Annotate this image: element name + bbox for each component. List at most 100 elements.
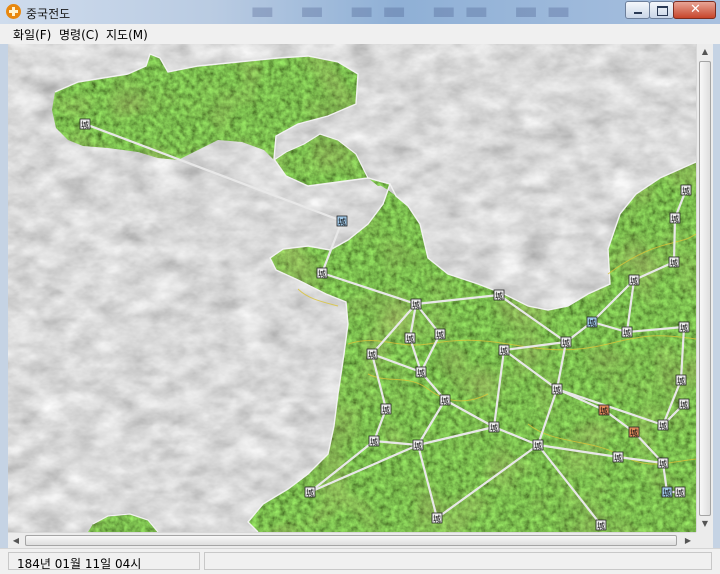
city-glyph: 城 [534, 442, 542, 451]
city-glyph: 城 [414, 442, 422, 451]
city-marker[interactable]: 城 [532, 439, 544, 451]
city-glyph: 城 [406, 335, 414, 344]
city-marker[interactable]: 城 [404, 332, 416, 344]
city-glyph: 城 [436, 331, 444, 340]
city-glyph: 城 [682, 187, 690, 196]
game-date: 184년 01월 11일 04시 [17, 557, 142, 571]
menu-map[interactable]: 지도(M) [106, 26, 148, 43]
city-glyph: 城 [433, 515, 441, 524]
city-glyph: 城 [338, 218, 346, 227]
city-marker[interactable]: 城 [680, 184, 692, 196]
city-marker[interactable]: 城 [336, 215, 348, 227]
city-marker[interactable]: 城 [410, 298, 422, 310]
city-marker[interactable]: 城 [657, 457, 669, 469]
window-frame-right [713, 44, 720, 548]
close-button[interactable]: ✕ [673, 1, 716, 19]
map-view[interactable]: 城城城城城城城城城城城城城城城城城城城城城城城城城城城城城城城城城城城城城 [8, 44, 696, 532]
scrollbar-corner [696, 532, 713, 548]
city-marker[interactable]: 城 [304, 486, 316, 498]
city-marker[interactable]: 城 [668, 256, 680, 268]
city-marker[interactable]: 城 [628, 274, 640, 286]
city-glyph: 城 [318, 270, 326, 279]
city-marker[interactable]: 城 [439, 394, 451, 406]
window-title: 중국전도 [26, 7, 71, 21]
menu-command[interactable]: 명령(C) [59, 26, 99, 43]
city-marker[interactable]: 城 [415, 366, 427, 378]
city-glyph: 城 [614, 454, 622, 463]
maximize-button[interactable] [649, 1, 674, 19]
city-glyph: 城 [676, 489, 684, 498]
city-marker[interactable]: 城 [498, 344, 510, 356]
menu-bar: 화일(F) 명령(C) 지도(M) [0, 24, 720, 45]
city-glyph: 城 [630, 277, 638, 286]
city-glyph: 城 [680, 401, 688, 410]
city-marker[interactable]: 城 [560, 336, 572, 348]
city-glyph: 城 [671, 215, 679, 224]
city-marker[interactable]: 城 [316, 267, 328, 279]
status-bar: 184년 01월 11일 04시 [0, 548, 720, 574]
city-marker[interactable]: 城 [412, 439, 424, 451]
city-glyph: 城 [670, 259, 678, 268]
close-icon: ✕ [690, 2, 701, 17]
city-marker[interactable]: 城 [431, 512, 443, 524]
city-glyph: 城 [441, 397, 449, 406]
title-bar[interactable]: ▬ ▬ ▬▬ ▬▬ ▬▬ 중국전도 ✕ [0, 0, 720, 26]
city-glyph: 城 [680, 324, 688, 333]
city-glyph: 城 [597, 522, 605, 531]
city-glyph: 城 [553, 386, 561, 395]
minimize-button[interactable] [625, 1, 650, 19]
scroll-down-icon[interactable]: ▼ [697, 516, 713, 532]
scroll-left-icon[interactable]: ◀ [8, 533, 24, 549]
city-glyph: 城 [500, 347, 508, 356]
city-marker[interactable]: 城 [493, 289, 505, 301]
city-glyph: 城 [623, 329, 631, 338]
city-marker[interactable]: 城 [661, 486, 673, 498]
city-glyph: 城 [600, 407, 608, 416]
city-marker[interactable]: 城 [674, 486, 686, 498]
city-marker[interactable]: 城 [628, 426, 640, 438]
city-glyph: 城 [562, 339, 570, 348]
city-glyph: 城 [368, 351, 376, 360]
city-glyph: 城 [588, 319, 596, 328]
horizontal-scrollbar[interactable]: ◀ ▶ [8, 532, 696, 548]
city-marker[interactable]: 城 [551, 383, 563, 395]
city-marker[interactable]: 城 [434, 328, 446, 340]
city-marker[interactable]: 城 [612, 451, 624, 463]
city-marker[interactable]: 城 [488, 421, 500, 433]
city-marker[interactable]: 城 [598, 404, 610, 416]
status-panel-info [204, 552, 712, 570]
city-glyph: 城 [412, 301, 420, 310]
city-marker[interactable]: 城 [657, 419, 669, 431]
minimize-icon [634, 12, 642, 14]
title-bar-decoration: ▬ ▬ ▬▬ ▬▬ ▬▬ [250, 0, 579, 26]
city-marker[interactable]: 城 [621, 326, 633, 338]
city-glyph: 城 [663, 489, 671, 498]
city-marker[interactable]: 城 [79, 118, 91, 130]
city-marker[interactable]: 城 [678, 398, 690, 410]
city-glyph: 城 [495, 292, 503, 301]
city-marker[interactable]: 城 [366, 348, 378, 360]
city-glyph: 城 [659, 422, 667, 431]
map-canvas[interactable]: 城城城城城城城 城城城城城城城城城城城城城城城城城城城城 城城城城 城城城城城城 [8, 44, 696, 532]
city-marker[interactable]: 城 [586, 316, 598, 328]
city-marker[interactable]: 城 [669, 212, 681, 224]
scroll-up-icon[interactable]: ▲ [697, 44, 713, 60]
road [672, 217, 677, 263]
app-icon[interactable] [6, 4, 21, 19]
city-glyph: 城 [677, 377, 685, 386]
vertical-scroll-thumb[interactable] [699, 61, 711, 516]
app-window: ▬ ▬ ▬▬ ▬▬ ▬▬ 중국전도 ✕ 화일(F) 명령(C) 지도(M) 城 … [0, 0, 720, 574]
city-marker[interactable]: 城 [595, 519, 607, 531]
city-marker[interactable]: 城 [678, 321, 690, 333]
city-glyph: 城 [659, 460, 667, 469]
city-glyph: 城 [382, 406, 390, 415]
city-marker[interactable]: 城 [368, 435, 380, 447]
status-panel-date: 184년 01월 11일 04시 [8, 552, 200, 571]
city-marker[interactable]: 城 [380, 403, 392, 415]
window-frame-left [0, 44, 8, 548]
menu-file[interactable]: 화일(F) [13, 26, 51, 43]
horizontal-scroll-thumb[interactable] [25, 535, 677, 546]
scroll-right-icon[interactable]: ▶ [680, 533, 696, 549]
vertical-scrollbar[interactable]: ▲ ▼ [696, 44, 713, 532]
city-marker[interactable]: 城 [675, 374, 687, 386]
